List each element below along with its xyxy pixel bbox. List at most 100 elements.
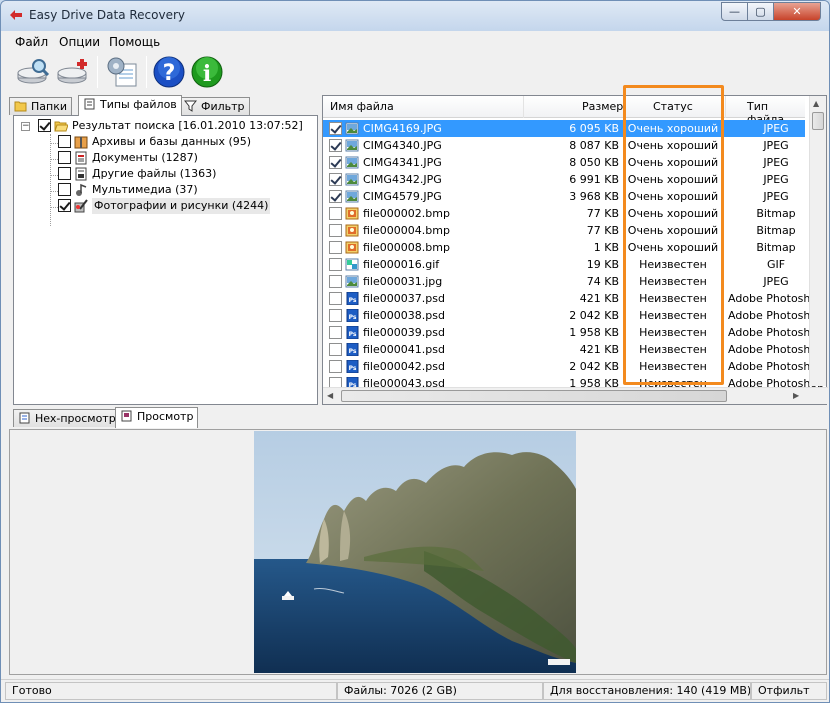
menu-help[interactable]: Помощь — [109, 35, 160, 49]
file-size: 6 095 KB — [569, 122, 619, 135]
help-icon[interactable]: ? — [151, 54, 187, 90]
row-checkbox[interactable] — [329, 343, 342, 356]
tree-item-label: Мультимедиа (37) — [92, 183, 198, 196]
table-row[interactable]: file000004.bmp 77 KB Очень хороший Bitmap — [323, 222, 805, 239]
tree-root-label: Результат поиска [16.01.2010 13:07:52] — [72, 119, 303, 132]
table-row[interactable]: file000002.bmp 77 KB Очень хороший Bitmap — [323, 205, 805, 222]
tree-checkbox[interactable] — [58, 135, 71, 148]
file-size: 1 KB — [593, 241, 619, 254]
tree-root[interactable]: Результат поиска [16.01.2010 13:07:52] — [38, 118, 318, 134]
scan-drive-icon[interactable] — [15, 54, 51, 90]
file-size: 77 KB — [586, 207, 619, 220]
column-divider[interactable] — [725, 96, 726, 118]
gif-file-icon — [345, 258, 359, 271]
minimize-button[interactable]: — — [721, 2, 748, 21]
tab-file-types-label: Типы файлов — [100, 98, 177, 111]
menu-options[interactable]: Опции — [59, 35, 100, 49]
tree-checkbox[interactable] — [58, 183, 71, 196]
table-row[interactable]: file000031.jpg 74 KB Неизвестен JPEG — [323, 273, 805, 290]
horizontal-scrollbar[interactable]: ◀ ▶ — [323, 387, 828, 404]
tree-item-label: Фотографии и рисунки (4244) — [92, 198, 271, 214]
root-checkbox[interactable] — [38, 119, 51, 132]
table-row[interactable]: file000016.gif 19 KB Неизвестен GIF — [323, 256, 805, 273]
row-checkbox[interactable] — [329, 173, 342, 186]
jpg-file-icon — [345, 275, 359, 288]
tree-item-other[interactable]: Другие файлы (1363) — [58, 166, 308, 182]
close-button[interactable]: ✕ — [773, 2, 821, 21]
maximize-button[interactable]: ▢ — [747, 2, 774, 21]
tree-checkbox[interactable] — [58, 167, 71, 180]
row-checkbox[interactable] — [329, 207, 342, 220]
row-checkbox[interactable] — [329, 275, 342, 288]
svg-text:Ps: Ps — [349, 348, 357, 355]
row-checkbox[interactable] — [329, 326, 342, 339]
table-row[interactable]: CIMG4341.JPG 8 050 KB Очень хороший JPEG — [323, 154, 805, 171]
row-checkbox[interactable] — [329, 190, 342, 203]
column-divider[interactable] — [623, 96, 624, 118]
col-header-name[interactable]: Имя файла — [330, 100, 394, 113]
tree-checkbox[interactable] — [58, 199, 71, 212]
col-header-status[interactable]: Статус — [653, 100, 693, 113]
table-row[interactable]: CIMG4342.JPG 6 991 KB Очень хороший JPEG — [323, 171, 805, 188]
tree-item-archives[interactable]: Архивы и базы данных (95) — [58, 134, 308, 150]
table-row[interactable]: Ps file000037.psd 421 KB Неизвестен Adobe Ph… — [323, 290, 824, 307]
table-row[interactable]: CIMG4579.JPG 3 968 KB Очень хороший JPEG — [323, 188, 805, 205]
table-row[interactable]: file000008.bmp 1 KB Очень хороший Bitmap — [323, 239, 805, 256]
svg-text:Ps: Ps — [349, 365, 357, 372]
tab-hex-view[interactable]: Hex-просмотр — [13, 409, 121, 427]
table-row[interactable]: CIMG4169.JPG 6 095 KB Очень хороший JPEG — [323, 120, 805, 137]
row-checkbox[interactable] — [329, 139, 342, 152]
title-bar[interactable]: Easy Drive Data Recovery — ▢ ✕ — [1, 1, 829, 31]
table-row[interactable]: Ps file000042.psd 2 042 KB Неизвестен Adobe … — [323, 358, 824, 375]
column-divider[interactable] — [523, 96, 524, 118]
tab-filter[interactable]: Фильтр — [179, 97, 250, 115]
row-checkbox[interactable] — [329, 122, 342, 135]
tree-item-documents[interactable]: Документы (1287) — [58, 150, 308, 166]
tree-item-label: Документы (1287) — [92, 151, 198, 164]
scrollbar-thumb[interactable] — [341, 390, 727, 402]
hex-icon — [19, 412, 30, 424]
file-name: file000031.jpg — [363, 275, 443, 288]
tree-checkbox[interactable] — [58, 151, 71, 164]
info-icon[interactable]: i — [189, 54, 225, 90]
file-size: 8 050 KB — [569, 156, 619, 169]
collapse-toggle[interactable]: − — [21, 122, 30, 131]
row-checkbox[interactable] — [329, 241, 342, 254]
tree-item-multimedia[interactable]: Мультимедиа (37) — [58, 182, 308, 198]
row-checkbox[interactable] — [329, 360, 342, 373]
scroll-left-arrow[interactable]: ◀ — [327, 391, 333, 400]
col-header-size[interactable]: Размер — [582, 100, 623, 113]
tab-folders[interactable]: Папки — [9, 97, 72, 115]
row-checkbox[interactable] — [329, 292, 342, 305]
table-row[interactable]: Ps file000041.psd 421 KB Неизвестен Adobe Ph… — [323, 341, 824, 358]
jpg-file-icon — [345, 173, 359, 186]
table-row[interactable]: CIMG4340.JPG 8 087 KB Очень хороший JPEG — [323, 137, 805, 154]
file-name: file000016.gif — [363, 258, 440, 271]
menu-file[interactable]: Файл — [15, 35, 48, 49]
file-status: Очень хороший — [627, 241, 719, 254]
row-checkbox[interactable] — [329, 156, 342, 169]
row-checkbox[interactable] — [329, 224, 342, 237]
table-row[interactable]: Ps file000039.psd 1 958 KB Неизвестен Adobe … — [323, 324, 824, 341]
tab-preview[interactable]: Просмотр — [115, 407, 199, 428]
tree-item-photos[interactable]: Фотографии и рисунки (4244) — [58, 198, 308, 214]
photo-preview — [254, 431, 576, 673]
row-checkbox[interactable] — [329, 309, 342, 322]
vertical-scrollbar[interactable]: ▲ — [809, 96, 826, 386]
file-size: 2 042 KB — [569, 309, 619, 322]
settings-icon[interactable] — [104, 54, 140, 90]
row-checkbox[interactable] — [329, 258, 342, 271]
folder-icon — [14, 101, 27, 112]
svg-text:Ps: Ps — [349, 314, 357, 321]
psd-file-icon: Ps — [346, 292, 359, 305]
tree-connector — [50, 134, 51, 226]
scroll-up-arrow[interactable]: ▲ — [813, 99, 819, 108]
tab-file-types[interactable]: Типы файлов — [78, 95, 182, 116]
file-status: Неизвестен — [639, 292, 707, 305]
scrollbar-thumb[interactable] — [812, 112, 824, 130]
table-row[interactable]: Ps file000038.psd 2 042 KB Неизвестен Adobe … — [323, 307, 824, 324]
file-status: Неизвестен — [639, 258, 707, 271]
file-status: Неизвестен — [639, 275, 707, 288]
recover-files-icon[interactable] — [55, 54, 91, 90]
scroll-right-arrow[interactable]: ▶ — [793, 391, 799, 400]
